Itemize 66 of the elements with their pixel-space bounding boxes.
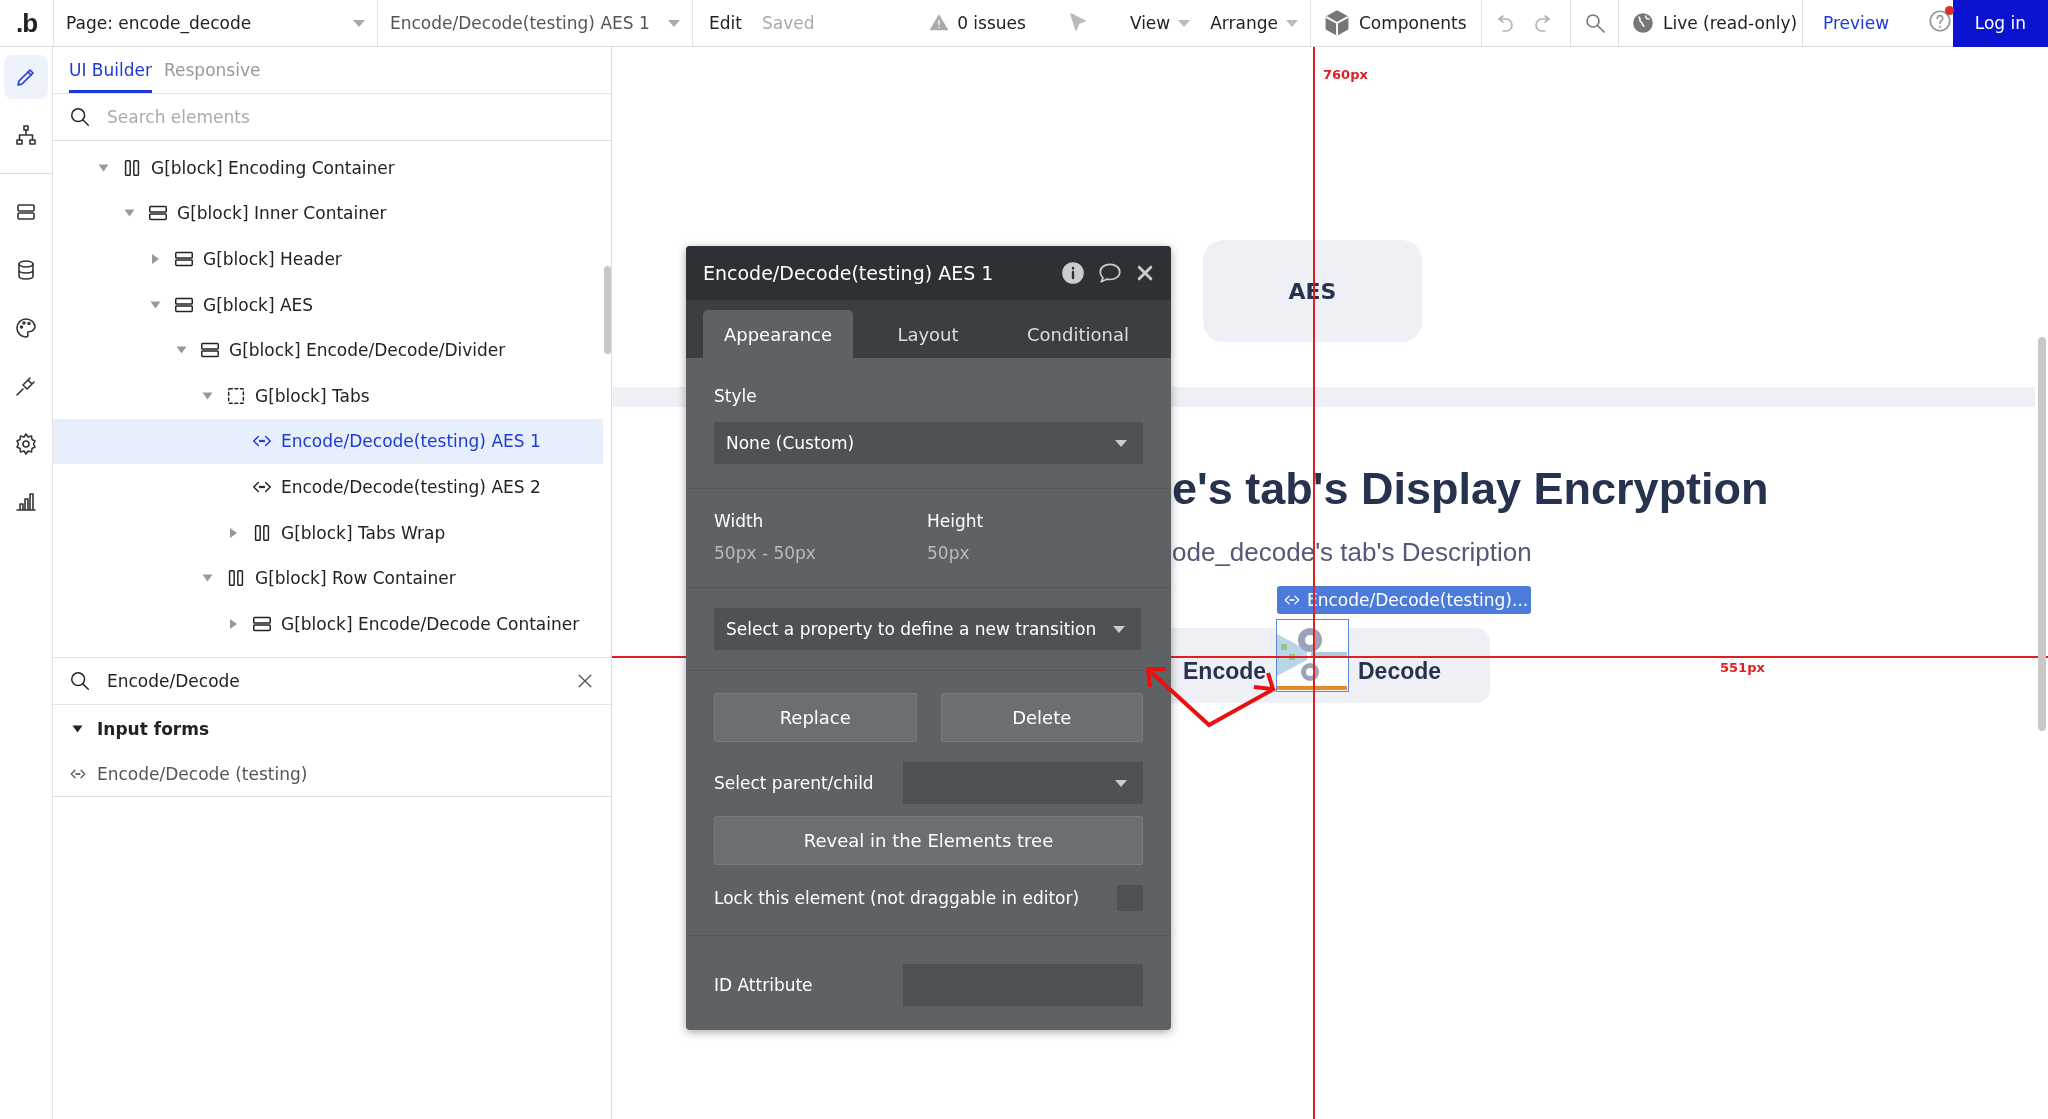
encode-tab[interactable]: Encode — [1183, 660, 1267, 683]
tree-item[interactable]: G[block] Encoding Container — [53, 145, 603, 191]
tree-item[interactable]: G[block] Tabs — [53, 372, 603, 419]
globe-icon — [1631, 11, 1655, 35]
info-icon[interactable] — [1061, 261, 1085, 285]
decode-tab[interactable]: Decode — [1358, 660, 1442, 683]
result-item[interactable]: Encode/Decode (testing) — [53, 752, 611, 797]
tree-item[interactable]: G[block] Encode/Decode Container — [53, 600, 603, 647]
results-heading[interactable]: Input forms — [53, 705, 611, 752]
search-icon — [69, 106, 91, 128]
gears-icon[interactable] — [1276, 619, 1349, 692]
bar-chart-icon — [14, 490, 38, 514]
field-label: Style — [714, 386, 758, 406]
transition-dropdown[interactable]: Select a property to define a new transition — [714, 608, 1141, 650]
panel-tab[interactable]: UI Builder — [69, 60, 152, 93]
settings-icon — [14, 432, 38, 456]
guide-distance: 551px — [1720, 660, 1765, 675]
logo[interactable]: .b — [0, 7, 53, 39]
search-icon — [69, 670, 91, 692]
tree-item[interactable]: G[block] Header — [53, 236, 603, 282]
tree-item[interactable]: G[block] Encode/Decode/Divider — [53, 327, 603, 373]
tree-item[interactable]: G[block] Tabs Wrap — [53, 509, 603, 556]
edit-menu[interactable]: Edit — [709, 13, 742, 33]
tree-item[interactable]: G[block] AES — [53, 281, 603, 328]
preview-link[interactable]: Preview — [1823, 13, 1890, 33]
style-dropdown[interactable]: None (Custom) — [714, 422, 1143, 464]
search-field[interactable]: Encode/Decode — [105, 661, 561, 701]
tree-item[interactable]: Encode/Decode(testing) AES 2 — [53, 464, 603, 510]
cube-icon — [1323, 9, 1351, 37]
field-value: 50px - 50px — [714, 543, 817, 563]
editor-tab[interactable]: Appearance — [703, 310, 853, 358]
editor-tab[interactable]: Layout — [853, 310, 1003, 358]
page-dropdown[interactable]: Page: encode_decode — [53, 0, 377, 46]
tree-item[interactable]: Encode/Decode(testing) AES 1 — [53, 418, 603, 465]
panel-title: Encode/Decode(testing) AES 1 — [703, 262, 995, 284]
save-status: Saved — [761, 13, 815, 33]
arrange-menu[interactable]: Arrange — [1210, 13, 1298, 33]
components-button[interactable]: Components — [1323, 9, 1467, 37]
field-label: Select parent/child — [714, 773, 874, 793]
replace-button[interactable]: Replace — [714, 693, 917, 742]
plug-icon — [14, 374, 38, 398]
live-mode-button[interactable]: Live (read-only) — [1631, 11, 1798, 35]
issues-button[interactable]: 0 issues — [929, 13, 1026, 33]
tree-item[interactable]: G[block] Row Container — [53, 555, 603, 601]
field-label: Lock this element (not draggable in editor) — [714, 888, 1080, 908]
reveal-button[interactable]: Reveal in the Elements tree — [714, 816, 1143, 865]
tree-item[interactable]: G[block] Inner Container — [53, 190, 603, 237]
field-label: Width — [714, 511, 765, 531]
field-value: 50px — [927, 543, 971, 563]
editor-tab[interactable]: Conditional — [1003, 310, 1153, 358]
scrollbar-thumb[interactable] — [2038, 337, 2046, 731]
search-icon[interactable] — [1583, 11, 1607, 35]
help-icon[interactable] — [1927, 8, 1954, 34]
element-dropdown[interactable]: Encode/Decode(testing) AES 1 — [377, 0, 692, 46]
delete-button[interactable]: Delete — [940, 693, 1143, 742]
scrollbar-thumb[interactable] — [604, 266, 611, 354]
login-button[interactable]: Log in — [1952, 0, 2048, 47]
sitemap-icon — [14, 123, 38, 147]
view-menu[interactable]: View — [1129, 13, 1191, 33]
palette-icon — [14, 316, 38, 340]
search-field[interactable]: Search elements — [105, 97, 595, 137]
warning-icon — [929, 13, 950, 33]
field-label: Height — [927, 511, 985, 531]
field-label: ID Attribute — [714, 975, 813, 995]
close-icon[interactable] — [1135, 263, 1155, 283]
guide-distance: 760px — [1323, 67, 1368, 82]
